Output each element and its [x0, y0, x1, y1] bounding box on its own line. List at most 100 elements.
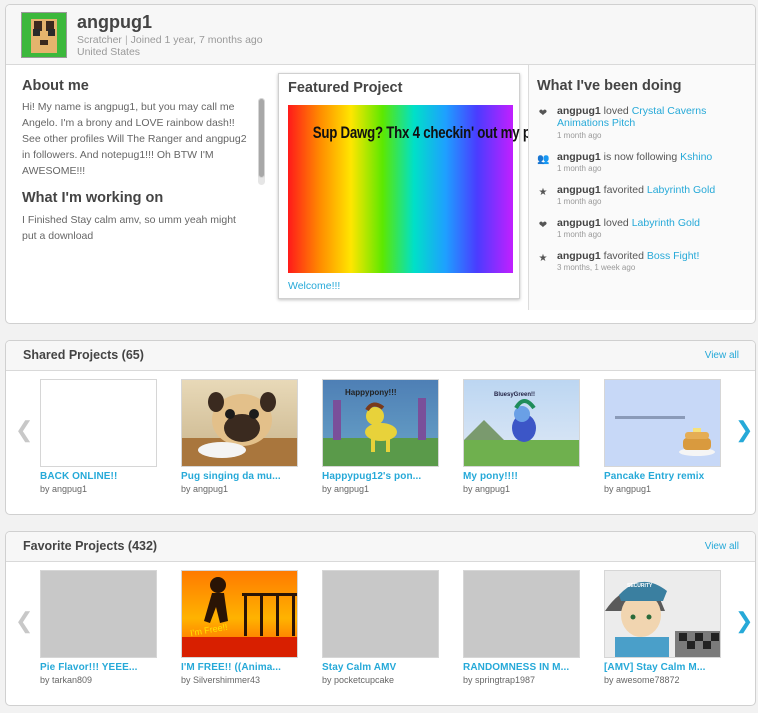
svg-shape	[182, 637, 297, 657]
project-thumbnail[interactable]: I'm Free!!	[181, 570, 298, 658]
avatar[interactable]	[21, 12, 67, 58]
working-text[interactable]: I Finished Stay calm amv, so umm yeah mi…	[22, 212, 252, 244]
free-scene	[182, 577, 297, 657]
project-title[interactable]: Pug singing da mu...	[181, 471, 299, 482]
activity-target-link[interactable]: Kshino	[680, 151, 712, 163]
project-thumbnail[interactable]: SECURITY	[604, 570, 721, 658]
activity-target-link[interactable]: Labyrinth Gold	[647, 184, 715, 196]
activity-user[interactable]: angpug1	[557, 184, 601, 196]
project-title[interactable]: I'M FREE!! ((Anima...	[181, 662, 299, 673]
project-author[interactable]: by awesome78872	[604, 675, 722, 685]
svg-shape	[683, 438, 711, 450]
project-thumbnail[interactable]: Happypony!!!	[322, 379, 439, 467]
activity-user[interactable]: angpug1	[557, 105, 601, 117]
svg-shape	[711, 633, 719, 641]
chevron-left-icon[interactable]: ❮	[15, 417, 33, 443]
project-title[interactable]: RANDOMNESS IN M...	[463, 662, 581, 673]
separator: |	[124, 34, 128, 46]
project-thumbnail[interactable]	[463, 570, 580, 658]
svg-shape	[292, 596, 295, 636]
activity-user[interactable]: angpug1	[557, 217, 601, 229]
project-thumbnail[interactable]	[322, 570, 439, 658]
project-thumbnail[interactable]	[40, 379, 157, 467]
project-title[interactable]: [AMV] Stay Calm M...	[604, 662, 722, 673]
project-thumbnail[interactable]: BluesyGreen!!	[463, 379, 580, 467]
view-all-link[interactable]: View all	[705, 350, 739, 361]
activity-column: What I've been doing ❤ angpug1 loved Cry…	[528, 65, 755, 310]
project-title[interactable]: Pie Flavor!!! YEEE...	[40, 662, 158, 673]
project-title[interactable]: Stay Calm AMV	[322, 662, 440, 673]
project-author[interactable]: by tarkan809	[40, 675, 158, 685]
project-title[interactable]: Pancake Entry remix	[604, 471, 722, 482]
svg-shape	[464, 420, 504, 440]
activity-line: angpug1 is now following Kshino	[557, 151, 752, 163]
svg-shape	[371, 438, 375, 452]
role: Scratcher	[77, 34, 122, 46]
project-author[interactable]: by angpug1	[181, 484, 299, 494]
svg-shape	[646, 614, 652, 620]
location: United States	[77, 46, 141, 58]
star-icon: ★	[538, 187, 548, 198]
project-author[interactable]: by Silvershimmer43	[181, 675, 299, 685]
project-thumbnail[interactable]	[604, 379, 721, 467]
svg-shape	[687, 641, 695, 649]
shared-bar: Shared Projects (65) View all	[6, 341, 755, 371]
activity-user[interactable]: angpug1	[557, 250, 601, 262]
about-text[interactable]: Hi! My name is angpug1, but you may call…	[22, 99, 252, 185]
activity-time: 1 month ago	[557, 230, 602, 239]
activity-user[interactable]: angpug1	[557, 151, 601, 163]
project-title[interactable]: My pony!!!!	[463, 471, 581, 482]
activity-line: angpug1 loved Labyrinth Gold	[557, 217, 752, 229]
activity-target-link[interactable]: Labyrinth Gold	[632, 217, 700, 229]
project-author[interactable]: by angpug1	[604, 484, 722, 494]
svg-shape	[242, 593, 297, 596]
joined-info: Scratcher | Joined 1 year, 7 months ago	[77, 34, 263, 46]
project-title[interactable]: Happypug12's pon...	[322, 471, 440, 482]
profile-header: angpug1 Scratcher | Joined 1 year, 7 month…	[6, 5, 755, 65]
chevron-left-icon[interactable]: ❮	[15, 608, 33, 634]
thumbnail-text: SECURITY	[627, 583, 653, 589]
star-icon: ★	[538, 253, 548, 264]
favorite-projects: Favorite Projects (432) View all ❮ ❯ Pie…	[5, 531, 756, 706]
thumbnail-text: Happypony!!!	[345, 388, 397, 397]
activity-time: 1 month ago	[557, 164, 602, 173]
activity-line: angpug1 favorited Boss Fight!	[557, 250, 752, 262]
about-scrollbar[interactable]	[258, 98, 265, 185]
featured-thumbnail[interactable]: Sup Dawg? Thx 4 checkin' out my profile!…	[288, 105, 574, 273]
project-author[interactable]: by angpug1	[463, 484, 581, 494]
favorites-title: Favorite Projects (432)	[23, 539, 158, 553]
working-title: What I'm working on	[22, 190, 164, 206]
activity-line: angpug1 favorited Labyrinth Gold	[557, 184, 752, 196]
svg-shape	[276, 596, 279, 636]
project-thumbnail[interactable]	[40, 570, 157, 658]
activity-verb: favorited	[603, 184, 644, 196]
follow-icon: 👥	[537, 154, 550, 165]
project-author[interactable]: by angpug1	[40, 484, 158, 494]
chevron-right-icon[interactable]: ❯	[735, 417, 753, 443]
shared-title: Shared Projects (65)	[23, 348, 144, 362]
project-author[interactable]: by angpug1	[322, 484, 440, 494]
project-author[interactable]: by pocketcupcake	[322, 675, 440, 685]
favorites-bar: Favorite Projects (432) View all	[6, 532, 755, 562]
view-all-link[interactable]: View all	[705, 541, 739, 552]
featured-project-link[interactable]: Welcome!!!	[288, 280, 340, 292]
svg-shape	[514, 406, 530, 422]
svg-shape	[365, 423, 397, 441]
featured-project: Featured Project Sup Dawg? Thx 4 checkin…	[278, 73, 574, 299]
scrollbar-thumb[interactable]	[258, 98, 265, 178]
project-thumbnail[interactable]	[181, 379, 298, 467]
project-author[interactable]: by springtrap1987	[463, 675, 581, 685]
chevron-right-icon[interactable]: ❯	[735, 608, 753, 634]
activity-title: What I've been doing	[537, 78, 682, 94]
pancake-scene	[615, 416, 715, 456]
svg-shape	[615, 637, 669, 657]
project-title[interactable]: BACK ONLINE!!	[40, 471, 158, 482]
svg-shape	[693, 428, 701, 432]
activity-time: 1 month ago	[557, 131, 602, 140]
svg-shape	[685, 432, 709, 439]
heart-icon: ❤	[538, 220, 548, 231]
svg-shape	[695, 633, 703, 641]
svg-shape	[260, 596, 263, 636]
svg-shape	[260, 392, 276, 412]
activity-target-link[interactable]: Boss Fight!	[647, 250, 700, 262]
